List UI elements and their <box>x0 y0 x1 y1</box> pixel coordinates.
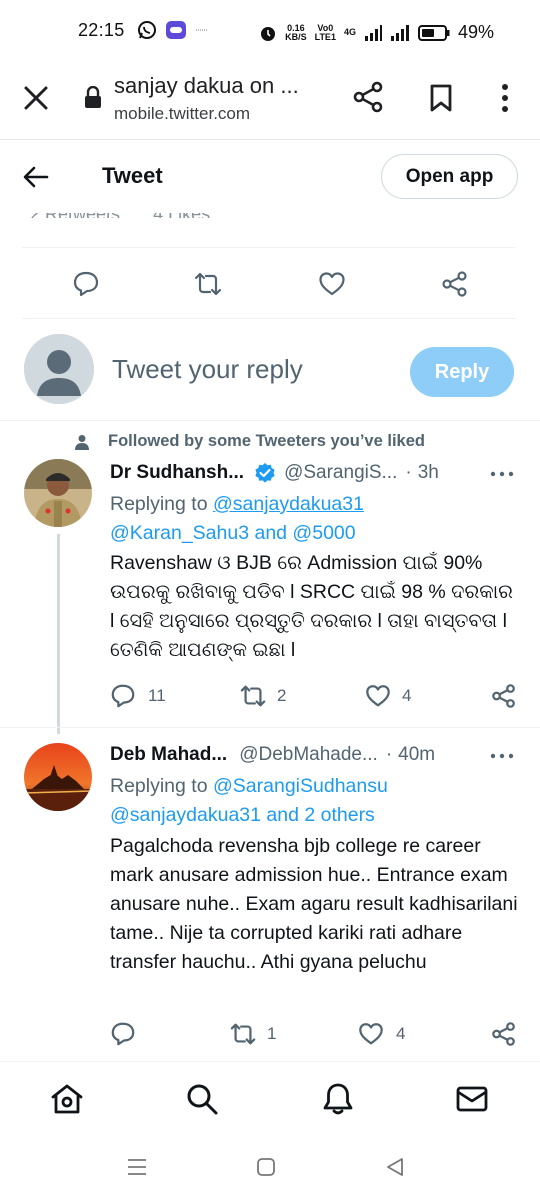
whatsapp-icon <box>137 21 156 39</box>
share-icon[interactable] <box>353 81 385 113</box>
share-icon[interactable] <box>491 1021 517 1047</box>
browser-toolbar: sanjay dakua on ... mobile.twitter.com <box>0 60 540 140</box>
divider <box>0 727 540 728</box>
reply-input[interactable] <box>112 354 392 385</box>
messages-envelope-icon[interactable] <box>455 1082 489 1116</box>
retweet-icon[interactable] <box>194 270 222 298</box>
verified-badge-icon <box>255 463 275 483</box>
separator-dot: · <box>405 462 412 483</box>
retweet-icon[interactable] <box>240 683 266 709</box>
replying-to: Replying to @SarangiSudhansu @sanjaydaku… <box>110 775 388 826</box>
replying-to: Replying to @sanjaydakua31 @Karan_Sahu3 … <box>110 493 364 544</box>
avatar[interactable] <box>24 459 92 527</box>
battery-percent: 49% <box>457 22 494 42</box>
avatar[interactable] <box>24 743 92 811</box>
author-handle[interactable]: @DebMahade... <box>239 744 378 766</box>
tweet-time[interactable]: 40m <box>398 744 435 766</box>
reply-count: 11 <box>148 686 166 705</box>
more-horizontal-icon[interactable] <box>490 752 514 760</box>
author-name[interactable]: Dr Sudhansh... <box>110 462 244 484</box>
mention-link[interactable]: @SarangiSudhansu <box>213 775 388 797</box>
social-context: Followed by some Tweeters you’ve liked <box>74 432 425 451</box>
bookmark-icon[interactable] <box>429 84 453 112</box>
like-icon[interactable] <box>318 270 346 298</box>
network-type: 4G <box>343 27 356 37</box>
thread-line <box>57 534 60 734</box>
divider <box>22 318 516 319</box>
social-context-text: Followed by some Tweeters you’ve liked <box>108 432 425 450</box>
mention-link[interactable]: @Karan_Sahu3 and @5000 <box>110 522 356 544</box>
separator-dot: · <box>385 744 393 765</box>
retweet-count: 1 <box>267 1024 277 1043</box>
tweet-header: Tweet Open app <box>0 141 540 213</box>
system-navigation-bar <box>0 1133 540 1200</box>
alarm-icon <box>261 26 276 41</box>
retweet-icon[interactable] <box>230 1021 256 1047</box>
home-icon[interactable] <box>50 1082 84 1116</box>
net-speed: 0.16 KB/S <box>285 22 307 42</box>
like-count: 4 <box>396 1024 406 1043</box>
bottom-navigation <box>0 1061 540 1133</box>
tweet-text: Pagalchoda revensha bjb college re caree… <box>110 835 518 973</box>
back-arrow-icon[interactable] <box>22 163 50 191</box>
tweet-author-row: Dr Sudhansh... @SarangiS... · 3h <box>110 462 439 484</box>
search-icon[interactable] <box>185 1082 219 1116</box>
more-vertical-icon[interactable] <box>496 82 514 114</box>
share-icon[interactable] <box>491 683 517 709</box>
battery-icon <box>417 24 450 41</box>
tweet-author-row: Deb Mahad... @DebMahade... · 40m <box>110 744 435 766</box>
open-app-button[interactable]: Open app <box>381 154 518 199</box>
author-handle[interactable]: @SarangiS... <box>284 462 397 484</box>
mention-link[interactable]: @sanjaydakua31 <box>213 493 364 515</box>
recent-apps-icon[interactable] <box>127 1157 147 1177</box>
close-icon[interactable] <box>22 84 50 112</box>
like-count: 4 <box>402 686 412 705</box>
reply-icon[interactable] <box>110 1021 136 1047</box>
lock-icon <box>85 86 101 108</box>
reply-icon[interactable] <box>72 270 100 298</box>
person-icon <box>75 434 89 450</box>
status-time: 22:15 <box>78 19 125 40</box>
page-title: Tweet <box>102 163 163 188</box>
home-button-icon[interactable] <box>256 1157 276 1177</box>
mention-link[interactable]: @sanjaydakua31 and 2 others <box>110 804 375 826</box>
author-name[interactable]: Deb Mahad... <box>110 744 227 766</box>
app-notification-icon <box>165 21 186 39</box>
tweet-actions: 1 4 <box>110 1019 520 1049</box>
back-button-icon[interactable] <box>385 1157 405 1177</box>
status-bar: 22:15 0.16 KB/S Vo0 LTE1 4G 49% <box>0 0 540 60</box>
reply-icon[interactable] <box>110 683 136 709</box>
divider <box>0 420 540 421</box>
notifications-bell-icon[interactable] <box>321 1082 355 1116</box>
tweet-time[interactable]: 3h <box>418 462 439 484</box>
main-tweet-actions <box>0 264 540 304</box>
tweet-actions: 11 2 4 <box>110 681 520 711</box>
like-icon[interactable] <box>358 1021 384 1047</box>
like-icon[interactable] <box>365 683 391 709</box>
divider <box>22 247 516 248</box>
browser-url[interactable]: mobile.twitter.com <box>114 104 250 124</box>
browser-page-title[interactable]: sanjay dakua on ... <box>114 73 299 99</box>
signal-icon-1 <box>364 24 382 41</box>
share-icon[interactable] <box>441 270 469 298</box>
retweet-count: 2 <box>277 686 287 705</box>
tweet-text: Ravenshaw ଓ BJB ରେ Admission ପାଇଁ 90% ଉପ… <box>110 552 513 661</box>
avatar <box>24 334 94 404</box>
reply-button[interactable]: Reply <box>410 347 514 397</box>
more-horizontal-icon[interactable] <box>490 470 514 478</box>
dots-icon <box>195 29 208 31</box>
signal-icon-2 <box>390 24 409 41</box>
volte-indicator: Vo0 LTE1 <box>314 22 336 42</box>
